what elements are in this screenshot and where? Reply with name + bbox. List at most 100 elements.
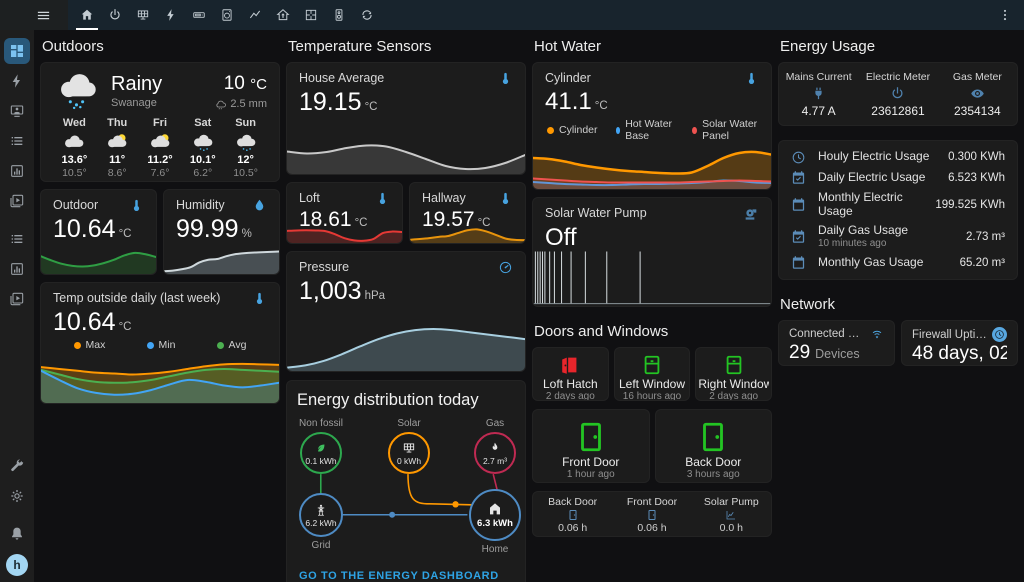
hallway-card[interactable]: Hallway 19.57°C — [409, 182, 526, 244]
thermometer-icon — [498, 71, 513, 86]
energy-node-solar[interactable]: 0 kWh — [388, 432, 430, 474]
forecast-day: Sun 12° 10.5° — [224, 117, 267, 179]
door-card-loft-hatch[interactable]: Loft Hatch 2 days ago — [532, 347, 609, 401]
gear-icon — [9, 488, 25, 504]
chart-box-icon — [9, 163, 25, 179]
legend-item: Cylinder — [547, 124, 598, 136]
tab-house[interactable] — [269, 0, 297, 30]
sensor-value: 10.64°C — [53, 308, 267, 337]
meter-electric[interactable]: Electric Meter 23612861 — [858, 71, 937, 118]
power-plug-icon — [811, 86, 826, 101]
sensor-value: 41.1°C — [545, 88, 759, 116]
tab-appliances[interactable] — [213, 0, 241, 30]
node-label-non-fossil: Non fossil — [299, 418, 343, 429]
sidebar-item-dashboard[interactable] — [4, 38, 30, 64]
door-card-front[interactable]: Front Door 1 hour ago — [532, 409, 650, 483]
forecast-day: Sat 10.1° 6.2° — [181, 117, 224, 179]
loft-sparkline — [287, 221, 402, 243]
sidebar-item-charts-2[interactable] — [4, 256, 30, 282]
sidebar-item-settings[interactable] — [4, 483, 30, 509]
sidebar-item-media[interactable] — [4, 98, 30, 124]
thermometer-icon — [375, 191, 390, 206]
forecast-day: Fri 11.2° 7.6° — [139, 117, 182, 179]
usage-row-monthly-electric[interactable]: Monthly Electric Usage 199.525 KWh — [791, 191, 1005, 219]
tab-floorplan[interactable] — [297, 0, 325, 30]
meter-gas[interactable]: Gas Meter 2354134 — [938, 71, 1017, 118]
account-tv-icon — [9, 103, 25, 119]
usage-row-monthly-gas[interactable]: Monthly Gas Usage 65.20 m³ — [791, 255, 1005, 270]
sidebar-item-list-2[interactable] — [4, 226, 30, 252]
energy-node-gas[interactable]: 2.7 m³ — [474, 432, 516, 474]
section-title-outdoors: Outdoors — [42, 34, 278, 58]
firewall-uptime-card[interactable]: Firewall Uptime 48 days, 02:26. — [901, 320, 1018, 366]
column-energy-usage: Energy Usage Mains Current 4.77 A Electr… — [778, 30, 1018, 582]
stat-back-door[interactable]: Back Door 0.06 h — [533, 496, 612, 534]
tab-charts[interactable] — [241, 0, 269, 30]
sensor-name: Loft — [299, 191, 320, 205]
weather-card[interactable]: Rainy Swanage 10 °C 2.5 mm Wed 13.6° 10.… — [40, 62, 280, 182]
door-card-back[interactable]: Back Door 3 hours ago — [655, 409, 773, 483]
house-average-card[interactable]: House Average 19.15°C — [286, 62, 526, 175]
energy-node-home[interactable]: 6.3 kWh — [469, 489, 521, 541]
energy-dashboard-link[interactable]: GO TO THE ENERGY DASHBOARD — [299, 570, 499, 582]
wrench-icon — [9, 458, 25, 474]
section-title-temperature-sensors: Temperature Sensors — [288, 34, 524, 58]
outdoor-temperature-card[interactable]: Outdoor 10.64°C — [40, 189, 157, 275]
stat-front-door[interactable]: Front Door 0.06 h — [612, 496, 691, 534]
user-avatar[interactable]: h — [6, 554, 28, 576]
window-card-right[interactable]: Right Window 2 days ago — [695, 347, 772, 401]
solar-water-pump-card[interactable]: Solar Water Pump Off — [532, 197, 772, 307]
sidebar-item-cameras[interactable] — [4, 188, 30, 214]
tab-speakers[interactable] — [325, 0, 353, 30]
play-box-icon — [9, 193, 25, 209]
legend-item: Max — [74, 339, 106, 351]
meter-mains-current[interactable]: Mains Current 4.77 A — [779, 71, 858, 118]
node-label-grid: Grid — [312, 540, 331, 551]
wifi-devices-card[interactable]: Connected WiFi Devic... 29Devices — [778, 320, 895, 366]
legend-item: Avg — [217, 339, 247, 351]
sidebar-item-list[interactable] — [4, 128, 30, 154]
flame-icon — [488, 441, 502, 455]
usage-row-hourly-electric[interactable]: Houly Electric Usage 0.300 KWh — [791, 150, 1005, 165]
sensor-value: 19.15°C — [299, 88, 513, 117]
window-card-left[interactable]: Left Window 16 hours ago — [614, 347, 691, 401]
tab-media[interactable] — [185, 0, 213, 30]
speaker-icon — [332, 8, 346, 22]
sidebar-item-energy[interactable] — [4, 68, 30, 94]
loft-card[interactable]: Loft 18.61°C — [286, 182, 403, 244]
tab-energy[interactable] — [157, 0, 185, 30]
cylinder-card[interactable]: Cylinder 41.1°C Cylinder Hot Water Base … — [532, 62, 772, 190]
pressure-card[interactable]: Pressure 1,003hPa — [286, 251, 526, 372]
usage-row-daily-gas[interactable]: Daily Gas Usage10 minutes ago 2.73 m³ — [791, 224, 1005, 249]
node-label-home: Home — [482, 544, 509, 555]
notifications-button[interactable] — [4, 521, 30, 547]
humidity-card[interactable]: Humidity 99.99% — [163, 189, 280, 275]
tab-home[interactable] — [73, 0, 101, 30]
pressure-chart — [287, 315, 525, 371]
energy-node-non-fossil[interactable]: 0.1 kWh — [300, 432, 342, 474]
stat-solar-pump[interactable]: Solar Pump 0.0 h — [692, 496, 771, 534]
tab-power[interactable] — [101, 0, 129, 30]
cloudy-icon — [61, 131, 87, 153]
tab-solar[interactable] — [129, 0, 157, 30]
overflow-menu-icon[interactable] — [998, 8, 1012, 22]
sidebar-item-developer-tools[interactable] — [4, 453, 30, 479]
temp-week-card[interactable]: Temp outside daily (last week) 10.64°C M… — [40, 282, 280, 404]
chart-line-icon — [248, 8, 262, 22]
section-title-hot-water: Hot Water — [534, 34, 770, 58]
door-open-icon — [559, 354, 581, 376]
energy-node-grid[interactable]: 6.2 kWh — [299, 493, 343, 537]
sidebar-item-charts[interactable] — [4, 158, 30, 184]
dashboard-content: Outdoors Rainy Swanage 10 °C 2.5 mm — [34, 30, 1024, 582]
tab-sync[interactable] — [353, 0, 381, 30]
usage-row-daily-electric[interactable]: Daily Electric Usage 6.523 KWh — [791, 170, 1005, 185]
doors-row-2: Front Door 1 hour ago Back Door 3 hours … — [532, 409, 772, 483]
energy-flow-diagram: Non fossil Solar Gas Grid Home 0.1 kWh 0… — [297, 412, 515, 564]
view-tabs — [73, 0, 381, 30]
menu-icon[interactable] — [36, 8, 51, 23]
sensor-name: Outdoor — [53, 198, 98, 212]
clock-icon — [791, 150, 806, 165]
transmission-tower-icon — [314, 503, 328, 517]
sidebar-item-cameras-2[interactable] — [4, 286, 30, 312]
door-closed-icon — [574, 420, 608, 454]
